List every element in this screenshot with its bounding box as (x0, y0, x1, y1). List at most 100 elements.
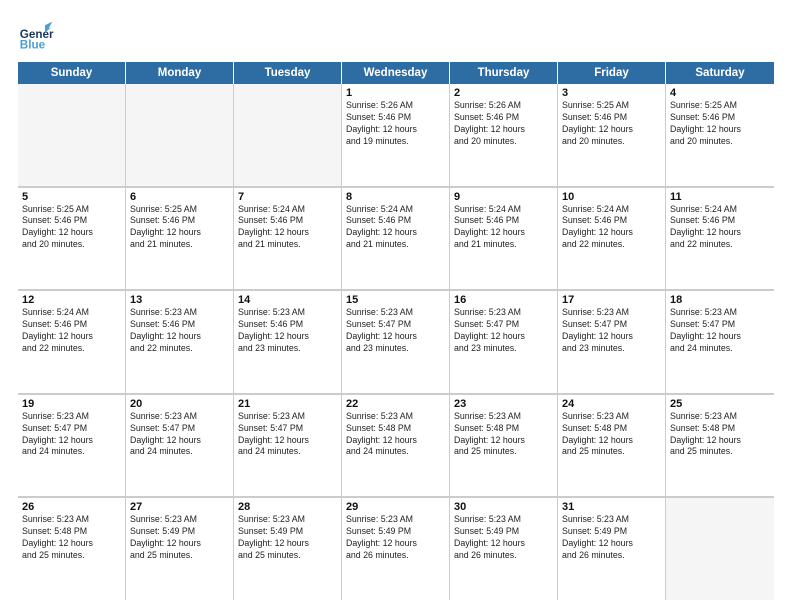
table-row: 24Sunrise: 5:23 AM Sunset: 5:48 PM Dayli… (558, 395, 666, 497)
table-row (666, 498, 774, 600)
day-info: Sunrise: 5:26 AM Sunset: 5:46 PM Dayligh… (454, 100, 553, 148)
header-day-thursday: Thursday (450, 62, 558, 84)
day-number: 26 (22, 501, 121, 513)
day-info: Sunrise: 5:23 AM Sunset: 5:48 PM Dayligh… (454, 411, 553, 459)
table-row: 25Sunrise: 5:23 AM Sunset: 5:48 PM Dayli… (666, 395, 774, 497)
day-number: 24 (562, 398, 661, 410)
day-number: 19 (22, 398, 121, 410)
calendar-row-1: 1Sunrise: 5:26 AM Sunset: 5:46 PM Daylig… (18, 84, 774, 187)
day-number: 7 (238, 191, 337, 203)
day-number: 5 (22, 191, 121, 203)
day-info: Sunrise: 5:23 AM Sunset: 5:48 PM Dayligh… (562, 411, 661, 459)
day-number: 17 (562, 294, 661, 306)
day-info: Sunrise: 5:23 AM Sunset: 5:48 PM Dayligh… (22, 514, 121, 562)
table-row: 20Sunrise: 5:23 AM Sunset: 5:47 PM Dayli… (126, 395, 234, 497)
table-row: 16Sunrise: 5:23 AM Sunset: 5:47 PM Dayli… (450, 291, 558, 393)
table-row: 6Sunrise: 5:25 AM Sunset: 5:46 PM Daylig… (126, 188, 234, 290)
table-row: 4Sunrise: 5:25 AM Sunset: 5:46 PM Daylig… (666, 84, 774, 186)
day-number: 20 (130, 398, 229, 410)
table-row: 27Sunrise: 5:23 AM Sunset: 5:49 PM Dayli… (126, 498, 234, 600)
calendar-row-5: 26Sunrise: 5:23 AM Sunset: 5:48 PM Dayli… (18, 497, 774, 600)
day-number: 18 (670, 294, 770, 306)
table-row: 22Sunrise: 5:23 AM Sunset: 5:48 PM Dayli… (342, 395, 450, 497)
day-info: Sunrise: 5:23 AM Sunset: 5:47 PM Dayligh… (238, 411, 337, 459)
table-row: 9Sunrise: 5:24 AM Sunset: 5:46 PM Daylig… (450, 188, 558, 290)
day-number: 13 (130, 294, 229, 306)
day-info: Sunrise: 5:24 AM Sunset: 5:46 PM Dayligh… (562, 204, 661, 252)
day-info: Sunrise: 5:23 AM Sunset: 5:46 PM Dayligh… (130, 307, 229, 355)
day-info: Sunrise: 5:25 AM Sunset: 5:46 PM Dayligh… (130, 204, 229, 252)
day-number: 3 (562, 87, 661, 99)
day-info: Sunrise: 5:25 AM Sunset: 5:46 PM Dayligh… (562, 100, 661, 148)
header-day-tuesday: Tuesday (234, 62, 342, 84)
day-number: 31 (562, 501, 661, 513)
day-number: 29 (346, 501, 445, 513)
page: General Blue SundayMondayTuesdayWednesda… (0, 0, 792, 612)
day-number: 4 (670, 87, 770, 99)
table-row: 23Sunrise: 5:23 AM Sunset: 5:48 PM Dayli… (450, 395, 558, 497)
table-row: 10Sunrise: 5:24 AM Sunset: 5:46 PM Dayli… (558, 188, 666, 290)
table-row: 31Sunrise: 5:23 AM Sunset: 5:49 PM Dayli… (558, 498, 666, 600)
logo: General Blue (18, 18, 54, 54)
day-number: 1 (346, 87, 445, 99)
day-info: Sunrise: 5:23 AM Sunset: 5:48 PM Dayligh… (346, 411, 445, 459)
day-info: Sunrise: 5:23 AM Sunset: 5:48 PM Dayligh… (670, 411, 770, 459)
day-info: Sunrise: 5:24 AM Sunset: 5:46 PM Dayligh… (238, 204, 337, 252)
table-row: 28Sunrise: 5:23 AM Sunset: 5:49 PM Dayli… (234, 498, 342, 600)
day-number: 25 (670, 398, 770, 410)
table-row: 3Sunrise: 5:25 AM Sunset: 5:46 PM Daylig… (558, 84, 666, 186)
table-row (234, 84, 342, 186)
day-number: 22 (346, 398, 445, 410)
table-row: 21Sunrise: 5:23 AM Sunset: 5:47 PM Dayli… (234, 395, 342, 497)
day-info: Sunrise: 5:23 AM Sunset: 5:49 PM Dayligh… (454, 514, 553, 562)
day-number: 27 (130, 501, 229, 513)
header-day-wednesday: Wednesday (342, 62, 450, 84)
logo-icon: General Blue (18, 18, 54, 54)
day-number: 9 (454, 191, 553, 203)
table-row (18, 84, 126, 186)
table-row: 7Sunrise: 5:24 AM Sunset: 5:46 PM Daylig… (234, 188, 342, 290)
day-info: Sunrise: 5:24 AM Sunset: 5:46 PM Dayligh… (22, 307, 121, 355)
table-row: 14Sunrise: 5:23 AM Sunset: 5:46 PM Dayli… (234, 291, 342, 393)
table-row: 29Sunrise: 5:23 AM Sunset: 5:49 PM Dayli… (342, 498, 450, 600)
day-info: Sunrise: 5:23 AM Sunset: 5:47 PM Dayligh… (22, 411, 121, 459)
day-number: 10 (562, 191, 661, 203)
header-day-sunday: Sunday (18, 62, 126, 84)
day-info: Sunrise: 5:26 AM Sunset: 5:46 PM Dayligh… (346, 100, 445, 148)
day-number: 23 (454, 398, 553, 410)
calendar-body: 1Sunrise: 5:26 AM Sunset: 5:46 PM Daylig… (18, 84, 774, 600)
day-number: 12 (22, 294, 121, 306)
table-row: 5Sunrise: 5:25 AM Sunset: 5:46 PM Daylig… (18, 188, 126, 290)
day-number: 16 (454, 294, 553, 306)
table-row: 12Sunrise: 5:24 AM Sunset: 5:46 PM Dayli… (18, 291, 126, 393)
day-number: 2 (454, 87, 553, 99)
calendar-row-2: 5 Sunrise: 5:25 AM Sunset: 5:46 PM Daylig… (18, 187, 774, 291)
day-number: 8 (346, 191, 445, 203)
day-info: Sunrise: 5:23 AM Sunset: 5:47 PM Dayligh… (670, 307, 770, 355)
day-number: 30 (454, 501, 553, 513)
day-info: Sunrise: 5:23 AM Sunset: 5:49 PM Dayligh… (238, 514, 337, 562)
svg-text:Blue: Blue (20, 39, 46, 52)
header: General Blue (18, 18, 774, 54)
day-number: 15 (346, 294, 445, 306)
calendar: SundayMondayTuesdayWednesdayThursdayFrid… (18, 62, 774, 600)
day-info: Sunrise: 5:23 AM Sunset: 5:47 PM Dayligh… (130, 411, 229, 459)
day-info: Sunrise: 5:23 AM Sunset: 5:47 PM Dayligh… (562, 307, 661, 355)
day-number: 6 (130, 191, 229, 203)
day-number: 21 (238, 398, 337, 410)
table-row: 11Sunrise: 5:24 AM Sunset: 5:46 PM Dayli… (666, 188, 774, 290)
day-info: Sunrise: 5:23 AM Sunset: 5:49 PM Dayligh… (130, 514, 229, 562)
table-row: 18Sunrise: 5:23 AM Sunset: 5:47 PM Dayli… (666, 291, 774, 393)
day-info: Sunrise: 5:25 AM Sunset: 5:46 PM Dayligh… (670, 100, 770, 148)
table-row (126, 84, 234, 186)
day-info: Sunrise: 5:23 AM Sunset: 5:49 PM Dayligh… (562, 514, 661, 562)
table-row: 2Sunrise: 5:26 AM Sunset: 5:46 PM Daylig… (450, 84, 558, 186)
header-day-saturday: Saturday (666, 62, 774, 84)
day-info: Sunrise: 5:23 AM Sunset: 5:49 PM Dayligh… (346, 514, 445, 562)
calendar-row-4: 19Sunrise: 5:23 AM Sunset: 5:47 PM Dayli… (18, 394, 774, 498)
table-row: 26Sunrise: 5:23 AM Sunset: 5:48 PM Dayli… (18, 498, 126, 600)
table-row: 17Sunrise: 5:23 AM Sunset: 5:47 PM Dayli… (558, 291, 666, 393)
table-row: 1Sunrise: 5:26 AM Sunset: 5:46 PM Daylig… (342, 84, 450, 186)
header-day-friday: Friday (558, 62, 666, 84)
day-number: 11 (670, 191, 770, 203)
